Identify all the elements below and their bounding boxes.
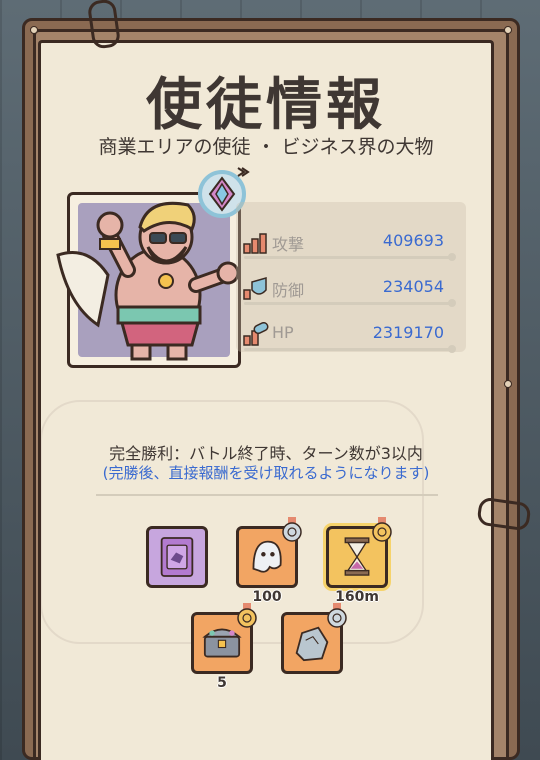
gold-medal-icon	[372, 517, 392, 542]
divider	[96, 494, 438, 496]
reward-stone-item[interactable]	[281, 603, 347, 674]
stat-defense-row: 防御 234054	[240, 272, 460, 308]
stat-attack-label: 攻撃	[272, 235, 305, 254]
nail-icon	[504, 26, 512, 34]
reward-ghost-item[interactable]: 100	[236, 517, 302, 605]
page-subtitle: 商業エリアの使徒 ・ ビジネス界の大物	[98, 136, 434, 158]
attack-icon	[243, 233, 267, 254]
stat-defense-label: 防御	[272, 281, 305, 300]
paper-background-sketch	[40, 400, 424, 644]
stat-hp-label: HP	[272, 323, 294, 342]
hp-icon	[243, 322, 269, 346]
reward-treasure-chest-qty: 5	[217, 675, 227, 691]
silver-medal-icon	[327, 603, 347, 628]
silver-medal-icon	[282, 517, 302, 542]
nail-icon	[30, 26, 38, 34]
victory-condition-note: (完勝後、直接報酬を受け取れるようになります)	[102, 464, 430, 482]
victory-condition-text: 完全勝利：バトル終了時、ターン数が3以内	[109, 444, 423, 463]
reward-card-item[interactable]	[146, 526, 208, 588]
stat-hp-value: 2319170	[372, 323, 444, 342]
reward-hourglass-item[interactable]: 160m	[326, 517, 392, 605]
stat-attack-value: 409693	[382, 231, 444, 250]
page-title: 使徒情報	[146, 73, 386, 138]
reward-treasure-chest-item[interactable]: 5	[191, 603, 257, 691]
stat-attack-row: 攻撃 409693	[240, 226, 460, 262]
stat-hp-row: HP 2319170	[240, 318, 460, 354]
card-icon	[160, 537, 194, 577]
nail-icon	[504, 380, 512, 388]
gold-medal-icon	[237, 603, 257, 628]
defense-icon	[243, 277, 267, 300]
stat-defense-value: 234054	[382, 277, 444, 296]
